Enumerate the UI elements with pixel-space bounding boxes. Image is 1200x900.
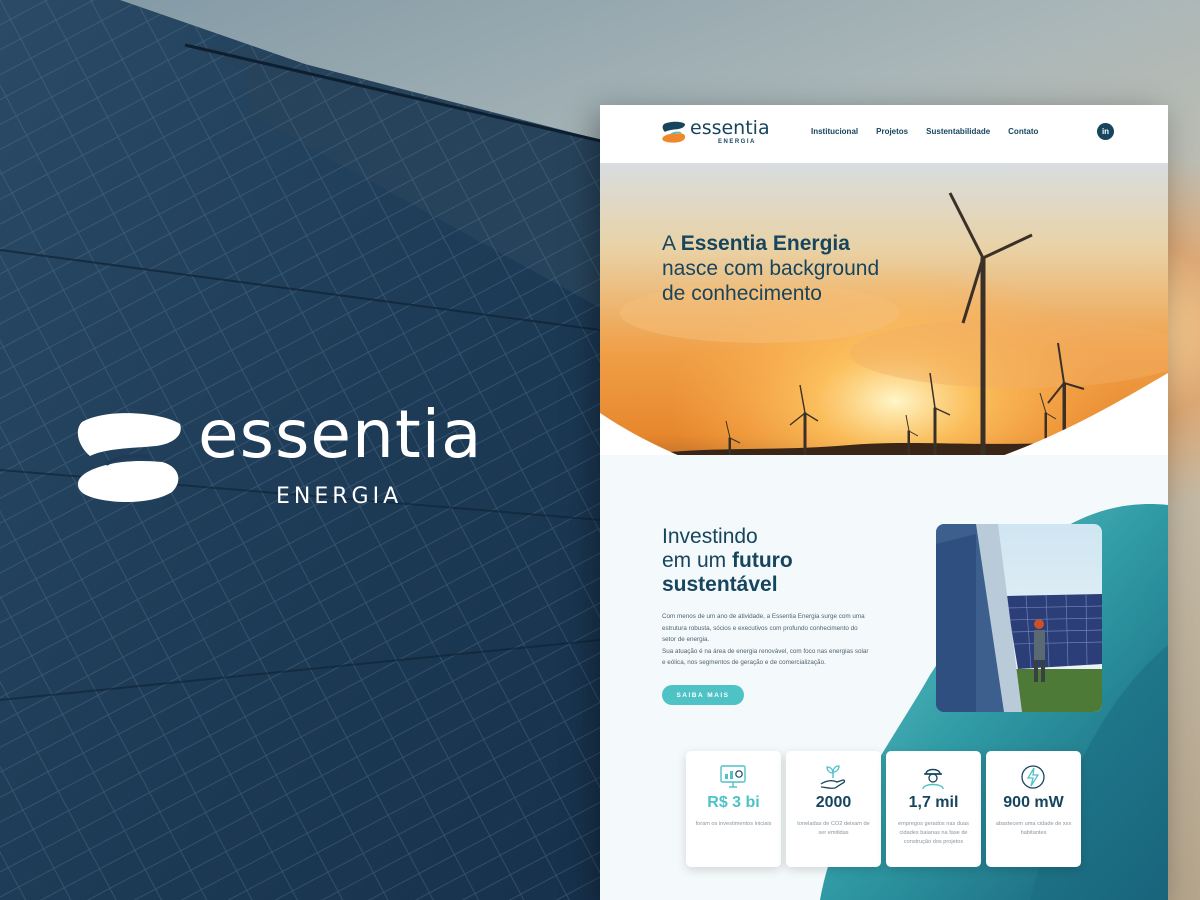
section-paragraph-2: Sua atuação é na área de energia renováv… <box>662 647 869 667</box>
stat-desc-empregos: empregos gerados nas duas cidades baiana… <box>898 821 969 845</box>
brand-logo-large: essentia ENERGIA <box>76 396 516 520</box>
stat-card-investimentos: R$ 3 bi foram os investimentos iniciais <box>686 751 781 867</box>
website-mockup: essentia ENERGIA Institucional Projetos … <box>600 105 1168 900</box>
stat-value-empregos: 1,7 mil <box>908 794 959 811</box>
saiba-mais-button[interactable]: SAIBA MAIS <box>662 685 744 705</box>
section-title-line2-strong: futuro <box>732 549 793 572</box>
lightning-icon <box>1021 765 1045 789</box>
brand-wordmark: essentia <box>198 396 483 473</box>
worker-icon <box>922 768 944 790</box>
brand-subtitle: ENERGIA <box>276 484 403 509</box>
nav-logo-wordmark: essentia <box>690 117 770 139</box>
menu-item-institucional[interactable]: Institucional <box>811 127 858 136</box>
top-navbar: essentia ENERGIA Institucional Projetos … <box>600 105 1168 163</box>
main-menu: Institucional Projetos Sustentabilidade … <box>811 127 1038 136</box>
monitor-chart-icon <box>720 765 746 788</box>
hero-title-line2: nasce com background <box>662 257 880 280</box>
hero-title: A Essentia Energia nasce com background … <box>662 231 962 306</box>
linkedin-icon[interactable]: in <box>1097 123 1114 140</box>
nav-logo-subtitle: ENERGIA <box>718 139 756 145</box>
hero-wind-turbines-image <box>600 163 1168 488</box>
hero-title-line3: de conhecimento <box>662 282 822 305</box>
hand-plant-icon <box>820 765 846 789</box>
stat-value-investimentos: R$ 3 bi <box>707 794 760 811</box>
stat-desc-investimentos: foram os investimentos iniciais <box>695 821 772 827</box>
section-title: Investindo em um futuro sustentável <box>662 525 882 597</box>
stat-card-energia: 900 mW abastecem uma cidade de xxx habit… <box>986 751 1081 867</box>
stat-card-co2: 2000 toneladas de CO2 deixam de ser emit… <box>786 751 881 867</box>
stat-card-empregos: 1,7 mil empregos gerados nas duas cidade… <box>886 751 981 867</box>
nav-logo[interactable]: essentia ENERGIA <box>662 117 772 147</box>
stat-desc-energia: abastecem uma cidade de xxx habitantes <box>995 821 1072 836</box>
stat-value-energia: 900 mW <box>1003 794 1064 811</box>
section-title-line3: sustentável <box>662 573 778 596</box>
stats-row: R$ 3 bi foram os investimentos iniciais … <box>686 751 1081 867</box>
solar-worker-photo <box>936 524 1102 712</box>
stat-desc-co2: toneladas de CO2 deixam de ser emitidas <box>797 821 870 836</box>
stat-value-co2: 2000 <box>815 794 852 811</box>
essentia-logo-icon <box>662 121 686 143</box>
menu-item-contato[interactable]: Contato <box>1008 127 1038 136</box>
menu-item-sustentabilidade[interactable]: Sustentabilidade <box>926 127 990 136</box>
essentia-mark-icon <box>77 413 181 502</box>
section-body: Com menos de um ano de atividade, a Esse… <box>662 611 872 669</box>
section-paragraph-1: Com menos de um ano de atividade, a Esse… <box>662 613 865 643</box>
menu-item-projetos[interactable]: Projetos <box>876 127 908 136</box>
section-title-line2-prefix: em um <box>662 549 733 572</box>
hero-title-strong: Essentia Energia <box>680 232 850 255</box>
hero-title-prefix: A <box>662 232 681 255</box>
about-section: Investindo em um futuro sustentável Com … <box>662 525 882 669</box>
section-title-line1: Investindo <box>662 525 758 548</box>
